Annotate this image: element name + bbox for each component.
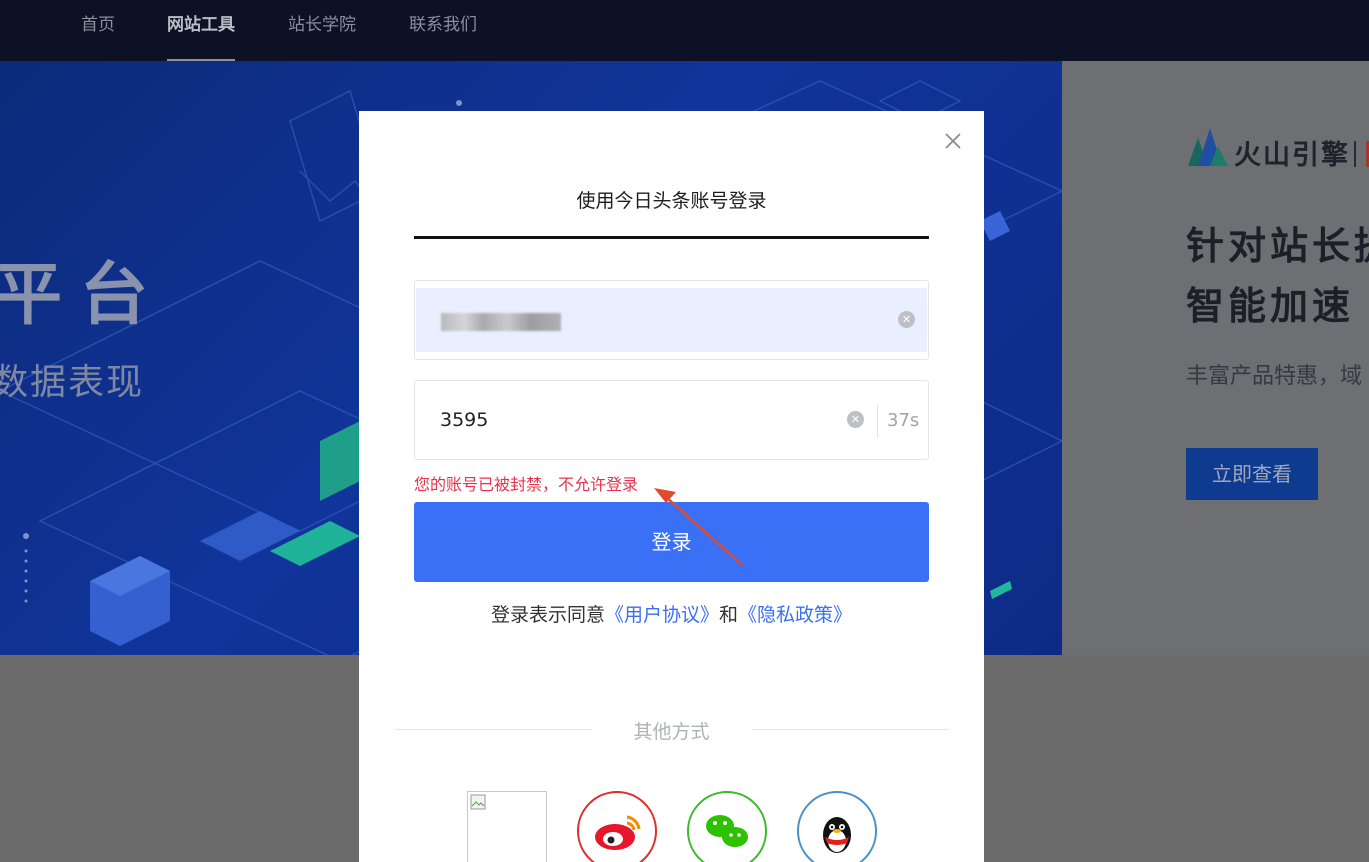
- broken-image-icon: [470, 794, 486, 810]
- clear-phone-icon[interactable]: ✕: [898, 311, 915, 328]
- divider-left: [395, 729, 592, 730]
- ad-brand: 火山引擎: [1234, 140, 1350, 171]
- privacy-policy-link[interactable]: 《隐私政策》: [738, 604, 852, 626]
- agreement-prefix: 登录表示同意: [490, 604, 605, 626]
- volcengine-logo-icon: [1188, 128, 1228, 166]
- qq-login-button[interactable]: [797, 791, 877, 862]
- resend-countdown: 37s: [887, 410, 920, 431]
- masked-phone-value: [441, 313, 561, 331]
- ad-brand-divider: [1354, 141, 1356, 167]
- other-methods-label: 其他方式: [633, 721, 710, 743]
- title-underline: [414, 236, 929, 239]
- close-icon[interactable]: [943, 131, 963, 151]
- top-navbar: 首页 网站工具 站长学院 联系我们: [0, 0, 1369, 61]
- divider-right: [752, 729, 949, 730]
- nav-label: 站长学院: [288, 15, 356, 35]
- code-divider: [877, 404, 878, 438]
- nav-item-tools[interactable]: 网站工具: [167, 0, 235, 61]
- social-login-broken-image[interactable]: [467, 791, 547, 862]
- nav-item-contact[interactable]: 联系我们: [409, 0, 477, 61]
- wechat-icon: [706, 815, 748, 847]
- view-now-button[interactable]: 立即查看: [1186, 448, 1318, 500]
- weibo-icon: [595, 815, 641, 850]
- nav-item-academy[interactable]: 站长学院: [288, 0, 356, 61]
- login-button[interactable]: 登录: [414, 502, 929, 582]
- nav-label: 网站工具: [167, 15, 235, 35]
- modal-title: 使用今日头条账号登录: [576, 190, 767, 212]
- banner-subtitle: 数据表现: [0, 362, 145, 403]
- banner-title: 平台: [0, 256, 167, 335]
- wechat-login-button[interactable]: [687, 791, 767, 862]
- ad-title-line: 智能加速: [1186, 284, 1355, 328]
- clear-code-icon[interactable]: ✕: [847, 411, 864, 428]
- nav-item-home[interactable]: 首页: [81, 0, 115, 61]
- error-message: 您的账号已被封禁，不允许登录: [414, 475, 639, 494]
- weibo-login-button[interactable]: [577, 791, 657, 862]
- nav-label: 联系我们: [409, 15, 477, 35]
- nav-label: 首页: [81, 15, 115, 35]
- ad-title: 针对站长提 智能加速: [1186, 216, 1369, 336]
- user-agreement-link[interactable]: 《用户协议》: [605, 604, 719, 626]
- ad-title-line: 针对站长提: [1186, 224, 1369, 268]
- agreement-text: 登录表示同意《用户协议》和《隐私政策》: [414, 600, 929, 627]
- code-input-value[interactable]: 3595: [440, 409, 488, 431]
- agreement-and: 和: [719, 604, 739, 626]
- ad-description: 丰富产品特惠，域: [1186, 364, 1363, 389]
- qq-icon: [823, 817, 851, 853]
